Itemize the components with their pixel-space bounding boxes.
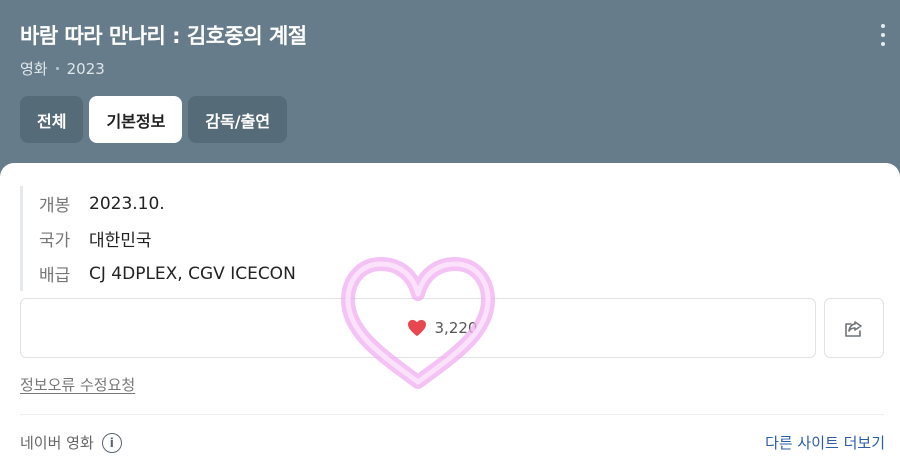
page-title: 바람 따라 만나리 : 김호중의 계절 bbox=[20, 24, 307, 48]
info-value: CJ 4DPLEX, CGV ICECON bbox=[89, 263, 296, 284]
heart-icon bbox=[407, 319, 426, 337]
tab-all[interactable]: 전체 bbox=[20, 96, 84, 143]
info-value: 2023.10. bbox=[89, 193, 165, 214]
info-value: 대한민국 bbox=[89, 231, 152, 251]
more-vertical-icon[interactable] bbox=[879, 24, 887, 46]
info-row-release: 개봉 2023.10. bbox=[39, 186, 296, 221]
source-label: 네이버 영화 i bbox=[20, 432, 122, 453]
source-name: 네이버 영화 bbox=[20, 434, 94, 452]
like-button[interactable]: 3,220 bbox=[20, 298, 816, 358]
like-content: 3,220 bbox=[407, 319, 478, 337]
report-error-link[interactable]: 정보오류 수정요청 bbox=[20, 374, 135, 395]
share-icon bbox=[845, 321, 862, 337]
divider bbox=[20, 414, 884, 415]
other-sites-link[interactable]: 다른 사이트 더보기 bbox=[765, 432, 885, 453]
share-button[interactable] bbox=[824, 298, 884, 358]
info-key: 배급 bbox=[39, 266, 71, 286]
info-key: 국가 bbox=[39, 231, 71, 251]
info-icon[interactable]: i bbox=[101, 432, 122, 453]
info-row-country: 국가 대한민국 bbox=[39, 221, 296, 256]
category-label: 영화 bbox=[20, 60, 48, 78]
movie-meta: 영화 2023 bbox=[20, 58, 105, 79]
like-count: 3,220 bbox=[434, 319, 478, 337]
info-list: 개봉 2023.10. 국가 대한민국 배급 CJ 4DPLEX, CGV IC… bbox=[20, 186, 296, 291]
info-key: 개봉 bbox=[39, 196, 71, 216]
tab-bar: 전체 기본정보 감독/출연 bbox=[20, 96, 288, 143]
tab-basic-info[interactable]: 기본정보 bbox=[89, 96, 183, 143]
info-row-distributor: 배급 CJ 4DPLEX, CGV ICECON bbox=[39, 256, 296, 291]
tab-director-cast[interactable]: 감독/출연 bbox=[188, 96, 288, 143]
meta-separator bbox=[55, 67, 59, 70]
year-label: 2023 bbox=[66, 59, 105, 78]
